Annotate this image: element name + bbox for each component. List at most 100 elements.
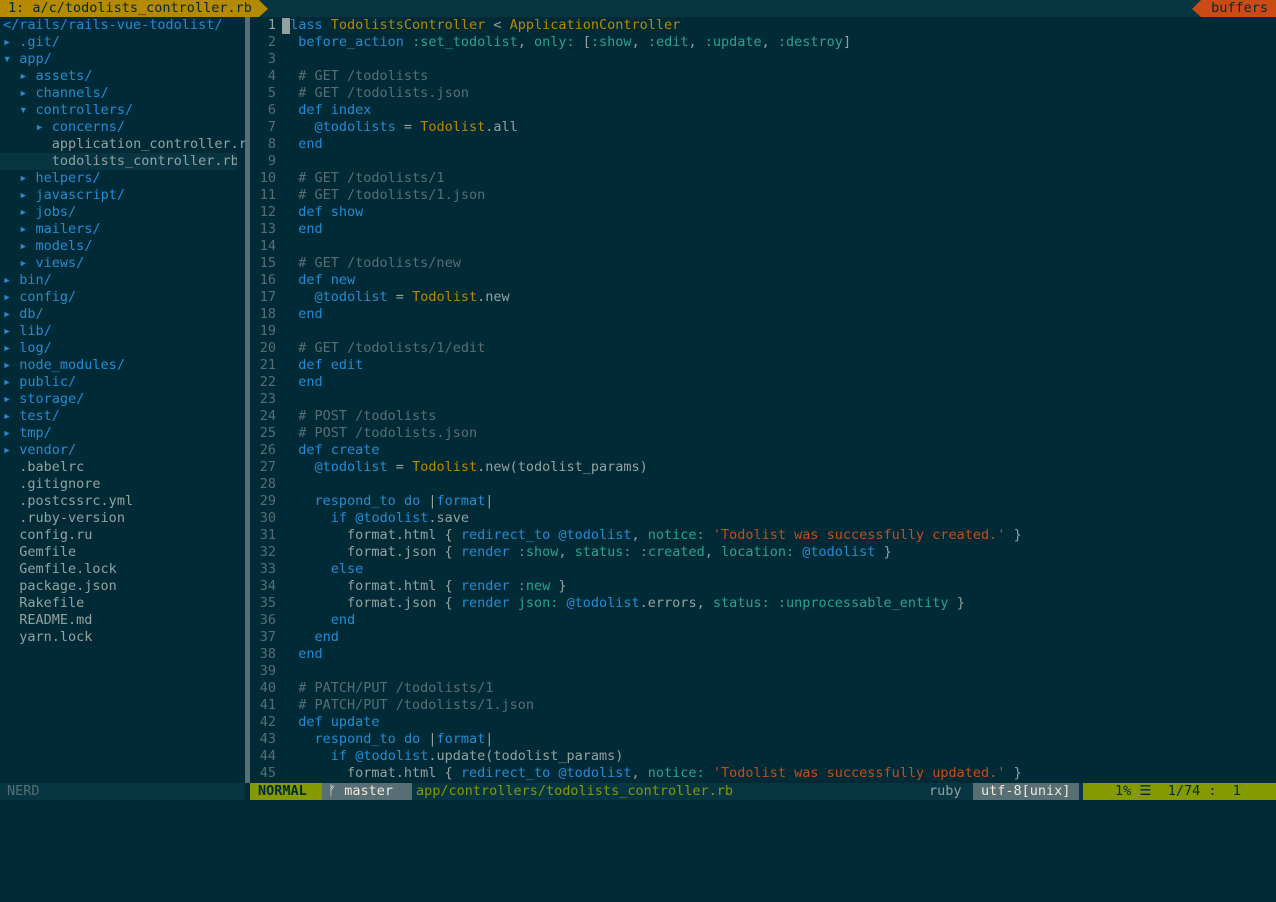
code-line[interactable]: 12 def show <box>250 204 1276 221</box>
tree-folder[interactable]: ▾ controllers/ <box>0 102 245 119</box>
tree-folder[interactable]: ▸ views/ <box>0 255 245 272</box>
code-line[interactable]: 18 end <box>250 306 1276 323</box>
code-line[interactable]: 22 end <box>250 374 1276 391</box>
tree-file[interactable]: .postcssrc.yml <box>0 493 245 510</box>
code-line[interactable]: 32 format.json { render :show, status: :… <box>250 544 1276 561</box>
code-line[interactable]: 40 # PATCH/PUT /todolists/1 <box>250 680 1276 697</box>
tree-folder[interactable]: ▸ assets/ <box>0 68 245 85</box>
code-line[interactable]: 25 # POST /todolists.json <box>250 425 1276 442</box>
code-line[interactable]: 33 else <box>250 561 1276 578</box>
code-line[interactable]: 34 format.html { render :new } <box>250 578 1276 595</box>
code-line[interactable]: 1 class TodolistsController < Application… <box>250 17 1276 34</box>
code-line[interactable]: 21 def edit <box>250 357 1276 374</box>
code-line[interactable]: 5 # GET /todolists.json <box>250 85 1276 102</box>
code-line[interactable]: 7 @todolists = Todolist.all <box>250 119 1276 136</box>
code-token: .save <box>428 510 469 526</box>
tree-file[interactable]: application_controller.rb <box>0 136 245 153</box>
tree-file[interactable]: todolists_controller.rb <box>0 153 237 170</box>
tree-file[interactable]: Gemfile.lock <box>0 561 245 578</box>
code-line[interactable]: 17 @todolist = Todolist.new <box>250 289 1276 306</box>
tree-item-label: views/ <box>35 255 85 271</box>
tree-item-label: .ruby-version <box>19 510 125 526</box>
tree-folder[interactable]: ▸ .git/ <box>0 34 245 51</box>
code-token: :edit <box>647 34 689 50</box>
code-line[interactable]: 35 format.json { render json: @todolist.… <box>250 595 1276 612</box>
code-line[interactable]: 16 def new <box>250 272 1276 289</box>
code-line[interactable]: 20 # GET /todolists/1/edit <box>250 340 1276 357</box>
tree-folder[interactable]: ▸ lib/ <box>0 323 245 340</box>
tab-active[interactable]: 1: a/c/todolists_controller.rb <box>0 0 268 17</box>
tree-folder[interactable]: ▸ javascript/ <box>0 187 245 204</box>
tree-file[interactable]: .babelrc <box>0 459 245 476</box>
code-line[interactable]: 27 @todolist = Todolist.new(todolist_par… <box>250 459 1276 476</box>
tree-folder[interactable]: ▸ concerns/ <box>0 119 245 136</box>
code-line[interactable]: 45 format.html { redirect_to @todolist, … <box>250 765 1276 782</box>
code-editor[interactable]: 1 class TodolistsController < Application… <box>250 17 1276 783</box>
tree-folder[interactable]: ▸ helpers/ <box>0 170 245 187</box>
tree-folder[interactable]: ▸ test/ <box>0 408 245 425</box>
tabline: 1: a/c/todolists_controller.rb buffers <box>0 0 1276 17</box>
tree-folder[interactable]: ▸ public/ <box>0 374 245 391</box>
code-line[interactable]: 38 end <box>250 646 1276 663</box>
tree-folder[interactable]: ▸ bin/ <box>0 272 245 289</box>
code-line[interactable]: 11 # GET /todolists/1.json <box>250 187 1276 204</box>
tree-folder[interactable]: ▸ config/ <box>0 289 245 306</box>
tree-folder[interactable]: ▸ jobs/ <box>0 204 245 221</box>
code-line[interactable]: 42 def update <box>250 714 1276 731</box>
code-line[interactable]: 23 <box>250 391 1276 408</box>
tree-file[interactable]: Gemfile <box>0 544 245 561</box>
tree-folder[interactable]: ▸ models/ <box>0 238 245 255</box>
tree-folder[interactable]: ▾ app/ <box>0 51 245 68</box>
code-line[interactable]: 39 <box>250 663 1276 680</box>
code-line[interactable]: 37 end <box>250 629 1276 646</box>
tree-file[interactable]: config.ru <box>0 527 245 544</box>
code-line[interactable]: 14 <box>250 238 1276 255</box>
tree-folder[interactable]: ▸ storage/ <box>0 391 245 408</box>
line-number: 4 <box>267 68 276 84</box>
tree-folder[interactable]: ▸ log/ <box>0 340 245 357</box>
code-line[interactable]: 2 before_action :set_todolist, only: [:s… <box>250 34 1276 51</box>
collapsed-arrow-icon: ▸ <box>19 204 28 220</box>
code-line[interactable]: 30 if @todolist.save <box>250 510 1276 527</box>
buffers-label[interactable]: buffers <box>1192 0 1276 17</box>
code-line[interactable]: 28 <box>250 476 1276 493</box>
code-line[interactable]: 43 respond_to do |format| <box>250 731 1276 748</box>
expanded-arrow-icon: ▾ <box>3 51 12 67</box>
code-token: respond_to <box>314 731 396 747</box>
tree-file[interactable]: .gitignore <box>0 476 245 493</box>
code-token: def <box>298 204 323 220</box>
tree-file[interactable]: .ruby-version <box>0 510 245 527</box>
code-line[interactable]: 19 <box>250 323 1276 340</box>
tree-file[interactable]: README.md <box>0 612 245 629</box>
code-line[interactable]: 10 # GET /todolists/1 <box>250 170 1276 187</box>
tree-file[interactable]: yarn.lock <box>0 629 245 646</box>
tree-folder[interactable]: ▸ channels/ <box>0 85 245 102</box>
code-line[interactable]: 4 # GET /todolists <box>250 68 1276 85</box>
code-line[interactable]: 9 <box>250 153 1276 170</box>
tree-folder[interactable]: ▸ db/ <box>0 306 245 323</box>
code-line[interactable]: 41 # PATCH/PUT /todolists/1.json <box>250 697 1276 714</box>
code-line[interactable]: 44 if @todolist.update(todolist_params) <box>250 748 1276 765</box>
code-line[interactable]: 8 end <box>250 136 1276 153</box>
tree-folder[interactable]: ▸ node_modules/ <box>0 357 245 374</box>
code-line[interactable]: 24 # POST /todolists <box>250 408 1276 425</box>
code-line[interactable]: 15 # GET /todolists/new <box>250 255 1276 272</box>
nerdtree-root[interactable]: </rails/rails-vue-todolist/ <box>0 17 245 34</box>
tree-folder[interactable]: ▸ tmp/ <box>0 425 245 442</box>
tree-file[interactable]: Rakefile <box>0 595 245 612</box>
code-line[interactable]: 29 respond_to do |format| <box>250 493 1276 510</box>
code-line[interactable]: 6 def index <box>250 102 1276 119</box>
code-token: .all <box>485 119 518 135</box>
code-line[interactable]: 36 end <box>250 612 1276 629</box>
tree-folder[interactable]: ▸ vendor/ <box>0 442 245 459</box>
code-line[interactable]: 26 def create <box>250 442 1276 459</box>
code-line[interactable]: 31 format.html { redirect_to @todolist, … <box>250 527 1276 544</box>
code-token: render <box>460 595 510 611</box>
tree-file[interactable]: package.json <box>0 578 245 595</box>
code-line[interactable]: 3 <box>250 51 1276 68</box>
tree-folder[interactable]: ▸ mailers/ <box>0 221 245 238</box>
code-line[interactable]: 13 end <box>250 221 1276 238</box>
